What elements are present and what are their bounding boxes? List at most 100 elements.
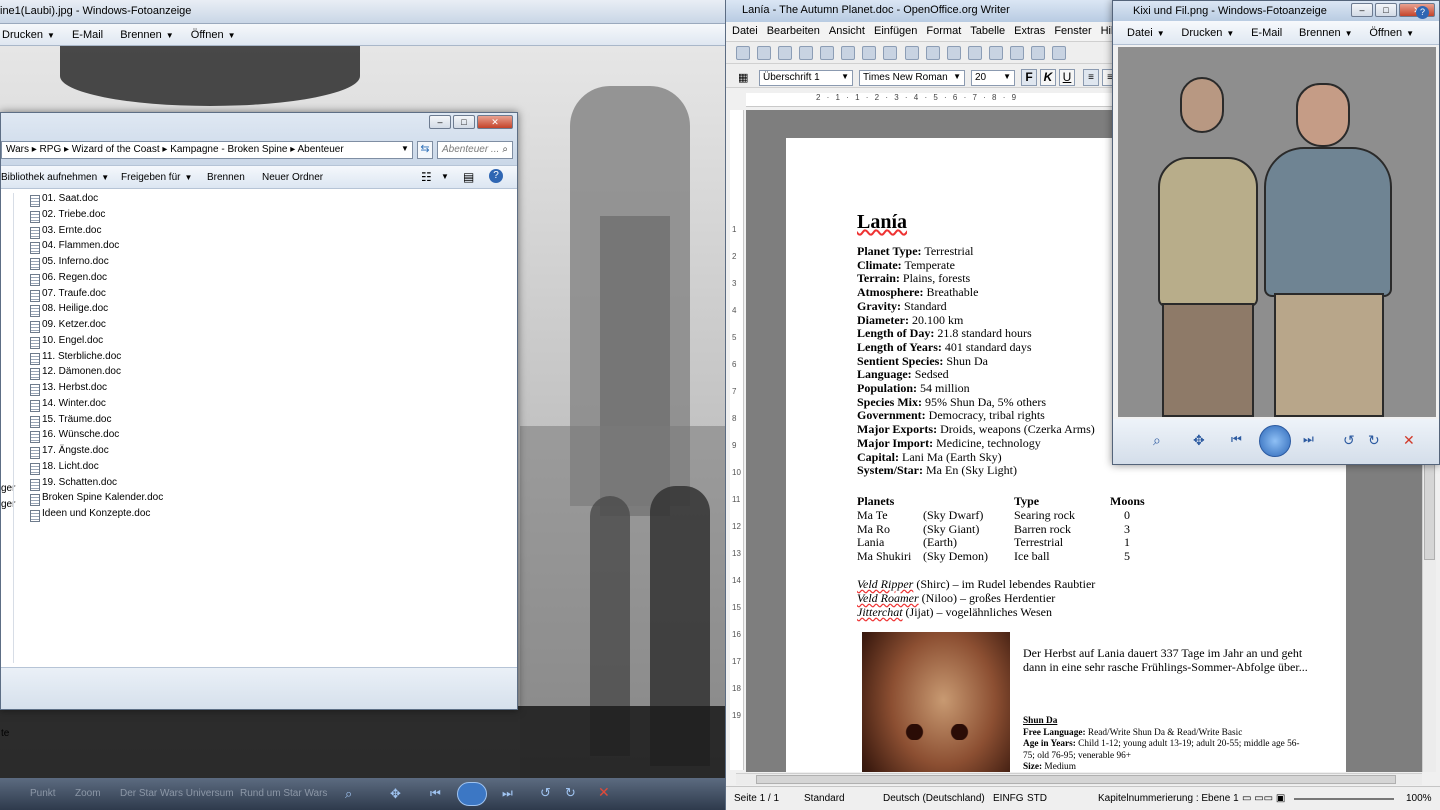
file-item[interactable]: 01. Saat.doc [14, 193, 513, 209]
breadcrumb-item[interactable]: Wars [6, 144, 29, 155]
v2-menu-email[interactable]: E-Mail [1251, 27, 1282, 39]
zoom-icon[interactable]: ⌕ [1153, 432, 1161, 449]
redo-icon[interactable] [1051, 46, 1066, 60]
file-item[interactable]: 18. Licht.doc [14, 461, 513, 477]
minimize-button[interactable]: – [1351, 3, 1373, 17]
rotate-right-icon[interactable]: ↻ [1368, 432, 1380, 449]
previous-icon[interactable]: ⏮ [430, 786, 441, 801]
zoom-slider[interactable] [1294, 798, 1394, 800]
bg-menu-brennen[interactable]: Brennen ▼ [120, 29, 174, 41]
bg-menu-oeffnen[interactable]: Öffnen ▼ [191, 29, 236, 41]
zoom-icon[interactable]: ⌕ [345, 786, 352, 802]
writer-menu-item[interactable]: Tabelle [970, 25, 1005, 37]
paste-icon[interactable] [988, 46, 1003, 60]
search-input[interactable]: Abenteuer ... ⌕ [437, 141, 513, 159]
slideshow-button[interactable] [1259, 425, 1291, 457]
preview-pane-icon[interactable]: ▤ [463, 170, 474, 184]
cmd-include-library[interactable]: Bibliothek aufnehmen ▼ [1, 172, 109, 183]
rotate-left-icon[interactable]: ↺ [540, 785, 551, 801]
file-item[interactable]: 06. Regen.doc [14, 272, 513, 288]
underline-button[interactable]: U [1059, 69, 1075, 86]
chevron-down-icon[interactable]: ▼ [441, 172, 449, 181]
chevron-down-icon[interactable]: ▼ [401, 144, 409, 153]
styles-icon[interactable]: ▦ [738, 71, 748, 84]
file-item[interactable]: Ideen und Konzepte.doc [14, 508, 513, 524]
maximize-button[interactable]: □ [1375, 3, 1397, 17]
rotate-left-icon[interactable]: ↺ [1343, 432, 1355, 449]
status-selection-mode[interactable]: STD [1027, 793, 1047, 804]
cut-icon[interactable] [946, 46, 961, 60]
edit-icon[interactable] [820, 46, 835, 60]
file-item[interactable]: 11. Sterbliche.doc [14, 351, 513, 367]
writer-menu-item[interactable]: Format [926, 25, 961, 37]
view-options-icon[interactable]: ☷ [421, 170, 432, 184]
undo-icon[interactable] [1030, 46, 1045, 60]
file-item[interactable]: 09. Ketzer.doc [14, 319, 513, 335]
fit-icon[interactable]: ✥ [390, 786, 401, 802]
status-insert-mode[interactable]: EINFG [993, 793, 1024, 804]
rotate-right-icon[interactable]: ↻ [565, 785, 576, 801]
writer-menu-item[interactable]: Einfügen [874, 25, 917, 37]
writer-menu-item[interactable]: Datei [732, 25, 758, 37]
copy-icon[interactable] [967, 46, 982, 60]
slideshow-button[interactable] [457, 782, 487, 806]
file-item[interactable]: 05. Inferno.doc [14, 256, 513, 272]
file-item[interactable]: 03. Ernte.doc [14, 225, 513, 241]
writer-menu-item[interactable]: Ansicht [829, 25, 865, 37]
file-item[interactable]: 08. Heilige.doc [14, 303, 513, 319]
breadcrumb-item[interactable]: Wizard of the Coast [72, 144, 160, 155]
file-item[interactable]: 16. Wünsche.doc [14, 429, 513, 445]
file-item[interactable]: 13. Herbst.doc [14, 382, 513, 398]
minimize-button[interactable]: – [429, 115, 451, 129]
autospell-icon[interactable] [925, 46, 940, 60]
bg-menu-drucken[interactable]: Drucken ▼ [2, 29, 55, 41]
v2-menu-datei[interactable]: Datei ▼ [1127, 27, 1165, 39]
file-item[interactable]: 17. Ängste.doc [14, 445, 513, 461]
cmd-new-folder[interactable]: Neuer Ordner [262, 172, 323, 183]
file-item[interactable]: 14. Winter.doc [14, 398, 513, 414]
fit-icon[interactable]: ✥ [1193, 432, 1205, 449]
font-name-select[interactable]: Times New Roman ▼ [859, 70, 965, 86]
v2-menu-brennen[interactable]: Brennen ▼ [1299, 27, 1353, 39]
maximize-button[interactable]: □ [453, 115, 475, 129]
help-icon[interactable]: ? [1416, 6, 1429, 19]
open-icon[interactable] [757, 46, 772, 60]
writer-menu-item[interactable]: Fenster [1054, 25, 1091, 37]
align-left-icon[interactable]: ≡ [1083, 69, 1099, 86]
email-icon[interactable] [799, 46, 814, 60]
v2-menu-oeffnen[interactable]: Öffnen ▼ [1369, 27, 1414, 39]
print-icon[interactable] [862, 46, 877, 60]
format-paintbrush-icon[interactable] [1009, 46, 1024, 60]
font-size-select[interactable]: 20 ▼ [971, 70, 1015, 86]
preview-icon[interactable] [883, 46, 898, 60]
file-item[interactable]: 02. Triebe.doc [14, 209, 513, 225]
bold-button[interactable]: F [1021, 69, 1037, 86]
next-icon[interactable]: ⏭ [1303, 432, 1314, 447]
file-item[interactable]: 19. Schatten.doc [14, 477, 513, 493]
italic-button[interactable]: K [1040, 69, 1056, 86]
close-button[interactable]: ✕ [477, 115, 513, 129]
file-item[interactable]: 07. Traufe.doc [14, 288, 513, 304]
v2-menu-drucken[interactable]: Drucken ▼ [1181, 27, 1234, 39]
file-item[interactable]: 04. Flammen.doc [14, 240, 513, 256]
new-icon[interactable] [736, 46, 750, 60]
writer-menu-item[interactable]: Extras [1014, 25, 1045, 37]
paragraph-style-select[interactable]: Überschrift 1 ▼ [759, 70, 853, 86]
breadcrumb-item[interactable]: RPG [40, 144, 62, 155]
file-item[interactable]: 15. Träume.doc [14, 414, 513, 430]
spellcheck-icon[interactable] [904, 46, 919, 60]
breadcrumb-item[interactable]: Abenteuer [298, 144, 344, 155]
address-bar[interactable]: Wars ▸ RPG ▸ Wizard of the Coast ▸ Kampa… [1, 141, 413, 159]
breadcrumb-item[interactable]: Kampagne - Broken Spine [170, 144, 287, 155]
file-item[interactable]: Broken Spine Kalender.doc [14, 492, 513, 508]
delete-icon[interactable]: ✕ [598, 784, 610, 801]
view-layout-icons[interactable]: ▭ ▭▭ ▣ [1242, 793, 1285, 804]
refresh-icon[interactable]: ⇆ [417, 141, 433, 159]
previous-icon[interactable]: ⏮ [1231, 432, 1242, 447]
file-item[interactable]: 12. Dämonen.doc [14, 366, 513, 382]
bg-menu-email[interactable]: E-Mail [72, 29, 103, 41]
horizontal-scrollbar[interactable] [736, 773, 1422, 785]
delete-icon[interactable]: ✕ [1403, 432, 1415, 449]
pdf-icon[interactable] [841, 46, 856, 60]
cmd-share-with[interactable]: Freigeben für ▼ [121, 172, 192, 183]
